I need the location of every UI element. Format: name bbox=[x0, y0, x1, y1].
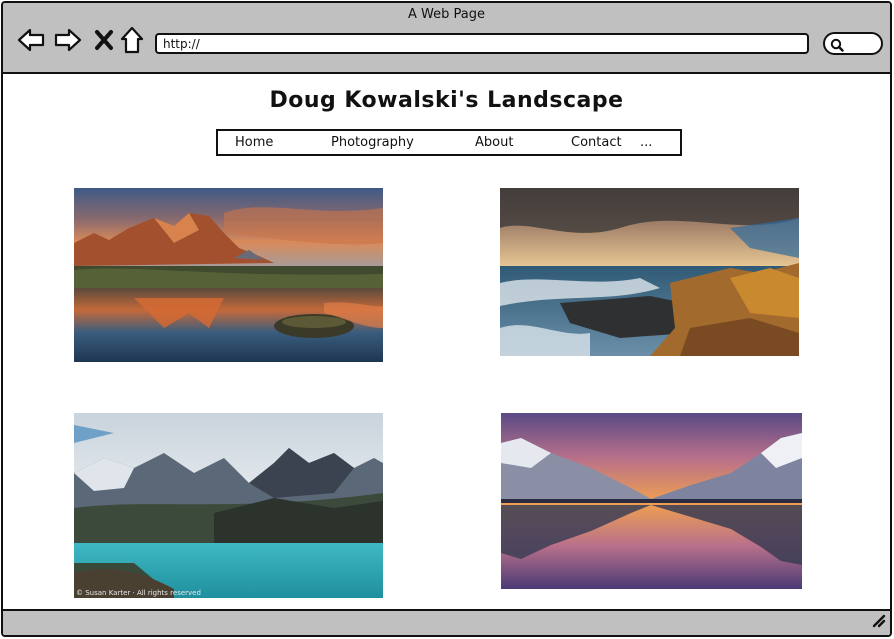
nav-item-photography[interactable]: Photography bbox=[331, 135, 414, 150]
page-content: Doug Kowalski's Landscape Home Photograp… bbox=[3, 76, 890, 611]
landscape-photo-turquoise-lake[interactable]: © Susan Karter · All rights reserved bbox=[74, 413, 383, 598]
landscape-photo-rocky-coast[interactable] bbox=[500, 188, 799, 356]
home-icon[interactable] bbox=[117, 25, 147, 55]
nav-item-more[interactable]: ... bbox=[640, 135, 652, 150]
landscape-photo-fjord-reflection[interactable] bbox=[501, 413, 802, 589]
close-x-icon[interactable] bbox=[89, 25, 119, 55]
nav-bar: Home Photography About Contact ... bbox=[216, 129, 682, 156]
forward-arrow-icon[interactable] bbox=[53, 25, 83, 55]
page-title: Doug Kowalski's Landscape bbox=[269, 88, 624, 113]
url-input[interactable]: http:// bbox=[155, 33, 809, 54]
browser-window: A Web Page http:// Doug Kowalski's Lands… bbox=[1, 1, 892, 637]
back-arrow-icon[interactable] bbox=[16, 25, 46, 55]
nav-item-home[interactable]: Home bbox=[235, 135, 273, 150]
landscape-photo-mountain-reflection[interactable] bbox=[74, 188, 383, 362]
status-bar bbox=[3, 609, 890, 635]
search-field[interactable] bbox=[823, 32, 883, 55]
resize-grip-icon[interactable] bbox=[870, 612, 886, 632]
nav-item-contact[interactable]: Contact bbox=[571, 135, 622, 150]
browser-toolbar: A Web Page http:// bbox=[3, 3, 890, 74]
search-icon bbox=[830, 37, 844, 56]
photo-credit: © Susan Karter · All rights reserved bbox=[76, 589, 201, 597]
window-title: A Web Page bbox=[408, 7, 485, 22]
nav-item-about[interactable]: About bbox=[475, 135, 513, 150]
